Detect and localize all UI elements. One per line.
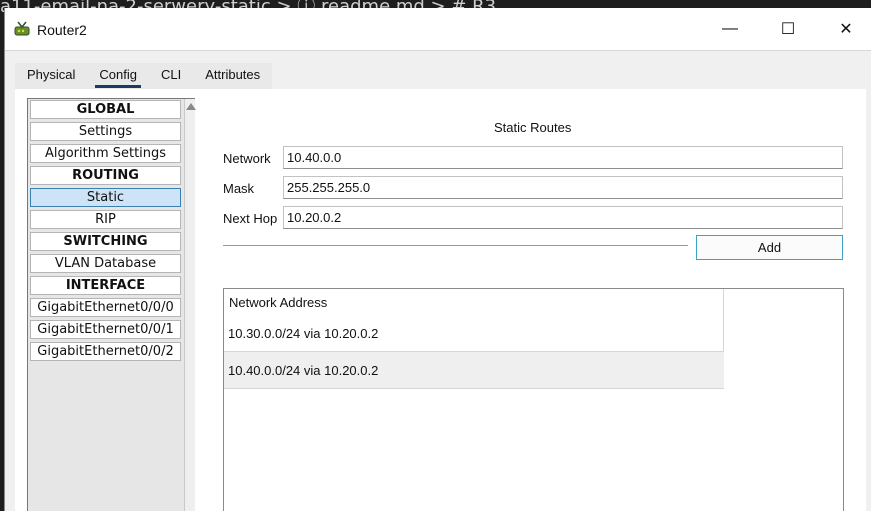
minimize-icon: — — [722, 20, 738, 37]
tab-attributes[interactable]: Attributes — [193, 63, 272, 89]
route-row[interactable]: 10.30.0.0/24 via 10.20.0.2 — [224, 315, 724, 352]
network-input[interactable]: 10.40.0.0 — [283, 146, 843, 169]
add-button[interactable]: Add — [696, 235, 843, 260]
minimize-button[interactable]: — — [701, 8, 759, 50]
sidebar-header-global: GLOBAL — [30, 100, 181, 119]
sidebar-scrollbar[interactable] — [184, 99, 196, 511]
tab-bar: Physical Config CLI Attributes — [15, 63, 273, 89]
sidebar-item-vlan-database[interactable]: VLAN Database — [30, 254, 181, 273]
tab-physical[interactable]: Physical — [15, 63, 87, 89]
network-label: Network — [223, 151, 271, 166]
routes-header: Network Address — [229, 295, 328, 310]
router-app-icon — [14, 21, 30, 36]
sidebar-item-gig0-0-2[interactable]: GigabitEthernet0/0/2 — [30, 342, 181, 361]
sidebar-item-rip[interactable]: RIP — [30, 210, 181, 229]
config-sidebar: GLOBAL Settings Algorithm Settings ROUTI… — [27, 98, 196, 511]
tab-config[interactable]: Config — [87, 63, 149, 89]
window-title: Router2 — [37, 22, 87, 38]
sidebar-item-gig0-0-1[interactable]: GigabitEthernet0/0/1 — [30, 320, 181, 339]
routes-column: Network Address 10.30.0.0/24 via 10.20.0… — [224, 289, 724, 389]
sidebar-header-switching: SWITCHING — [30, 232, 181, 251]
maximize-icon: ☐ — [780, 21, 796, 38]
section-title: Static Routes — [494, 120, 572, 135]
router-window: Router2 — ☐ ✕ Physical Config CLI Attrib… — [4, 8, 871, 511]
mask-label: Mask — [223, 181, 255, 196]
next-hop-label: Next Hop — [223, 211, 278, 226]
sidebar-item-static[interactable]: Static — [30, 188, 181, 207]
close-button[interactable]: ✕ — [817, 8, 871, 50]
sidebar-header-interface: INTERFACE — [30, 276, 181, 295]
window-body: Physical Config CLI Attributes GLOBAL Se… — [5, 50, 871, 511]
sidebar-item-algorithm-settings[interactable]: Algorithm Settings — [30, 144, 181, 163]
next-hop-input[interactable]: 10.20.0.2 — [283, 206, 843, 229]
sidebar-item-settings[interactable]: Settings — [30, 122, 181, 141]
mask-input[interactable]: 255.255.255.0 — [283, 176, 843, 199]
title-bar[interactable]: Router2 — ☐ ✕ — [5, 8, 871, 50]
sidebar-item-gig0-0-0[interactable]: GigabitEthernet0/0/0 — [30, 298, 181, 317]
tab-cli[interactable]: CLI — [149, 63, 193, 89]
scroll-up-icon[interactable] — [186, 103, 196, 110]
sidebar-header-routing: ROUTING — [30, 166, 181, 185]
routes-table: Network Address 10.30.0.0/24 via 10.20.0… — [223, 288, 844, 511]
config-panel: GLOBAL Settings Algorithm Settings ROUTI… — [15, 89, 866, 511]
divider — [223, 245, 688, 247]
route-row[interactable]: 10.40.0.0/24 via 10.20.0.2 — [224, 352, 724, 389]
maximize-button[interactable]: ☐ — [759, 8, 817, 50]
close-icon: ✕ — [839, 21, 853, 38]
